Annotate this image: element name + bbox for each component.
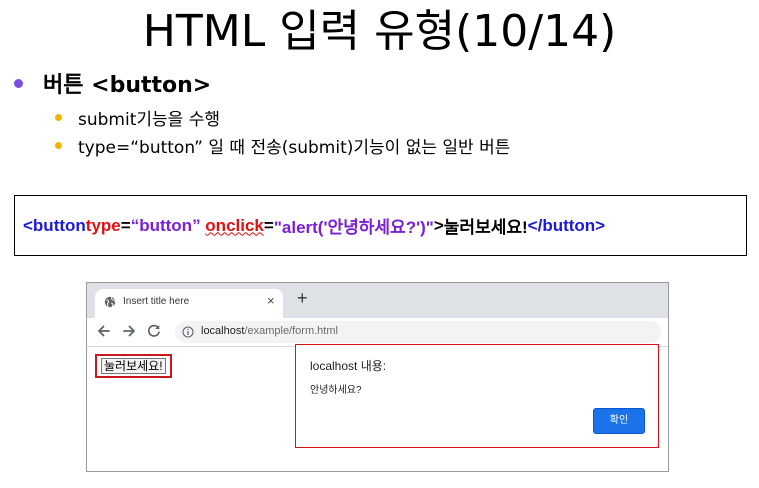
code-example: <button type = “button” onclick = "alert('안녕… (14, 195, 747, 256)
sub-bullet-dot (55, 141, 62, 149)
alert-dialog: localhost 내용: 안녕하세요? 확인 (295, 344, 659, 448)
reload-icon[interactable] (145, 322, 163, 340)
code-onclick-value: "alert('안녕하세요?')" (273, 218, 434, 237)
url-path: /example/form.html (244, 325, 338, 337)
dialog-ok-button[interactable]: 확인 (593, 408, 645, 434)
sub-bullet: submit기능을 수행 (55, 103, 220, 131)
code-tag-end: > (433, 215, 444, 235)
code-type-value: “button” (130, 215, 201, 235)
sub-bullet-text: submit기능을 수행 (78, 109, 220, 130)
browser-tab[interactable]: Insert title here × (95, 289, 283, 318)
dialog-title: localhost 내용: (310, 359, 387, 373)
code-attr-onclick: onclick (205, 215, 264, 235)
info-icon[interactable] (182, 326, 194, 338)
sub-bullet: type=“button” 일 때 전송(submit)기능이 없는 일반 버튼 (55, 131, 510, 159)
code-content: 눌러보세요! (443, 218, 528, 237)
arrow-right-icon[interactable] (120, 322, 138, 340)
sub-bullet-text: type=“button” 일 때 전송(submit)기능이 없는 일반 버튼 (78, 137, 511, 158)
page-button-highlight: 눌러보세요! (95, 354, 172, 378)
code-open-tag: <button (23, 215, 86, 235)
new-tab-button[interactable]: + (297, 288, 308, 309)
bullet-main: 버튼 <button> (14, 66, 211, 100)
code-equals: = (263, 215, 274, 235)
dialog-message: 안녕하세요? (310, 385, 362, 396)
globe-icon (104, 296, 116, 308)
arrow-left-icon[interactable] (95, 322, 113, 340)
tab-strip: Insert title here × + (87, 283, 668, 318)
sub-bullet-dot (55, 113, 62, 121)
code-equals: = (120, 215, 131, 235)
slide-title: HTML 입력 유형(10/14) (142, 6, 617, 57)
url-host: localhost (201, 325, 245, 337)
address-bar[interactable]: localhost/example/form.html (175, 321, 661, 343)
address-url: localhost/example/form.html (201, 325, 338, 337)
tab-title: Insert title here (123, 296, 190, 307)
code-close-tag: </button> (527, 215, 606, 235)
page-demo-button[interactable]: 눌러보세요! (101, 358, 166, 374)
bullet-dot (14, 78, 23, 88)
close-icon[interactable]: × (267, 293, 275, 308)
code-attr-type: type (85, 215, 121, 235)
bullet-main-text: 버튼 <button> (43, 73, 212, 98)
browser-window: Insert title here × + localhost/example/… (86, 282, 669, 472)
browser-toolbar: localhost/example/form.html (87, 318, 668, 347)
